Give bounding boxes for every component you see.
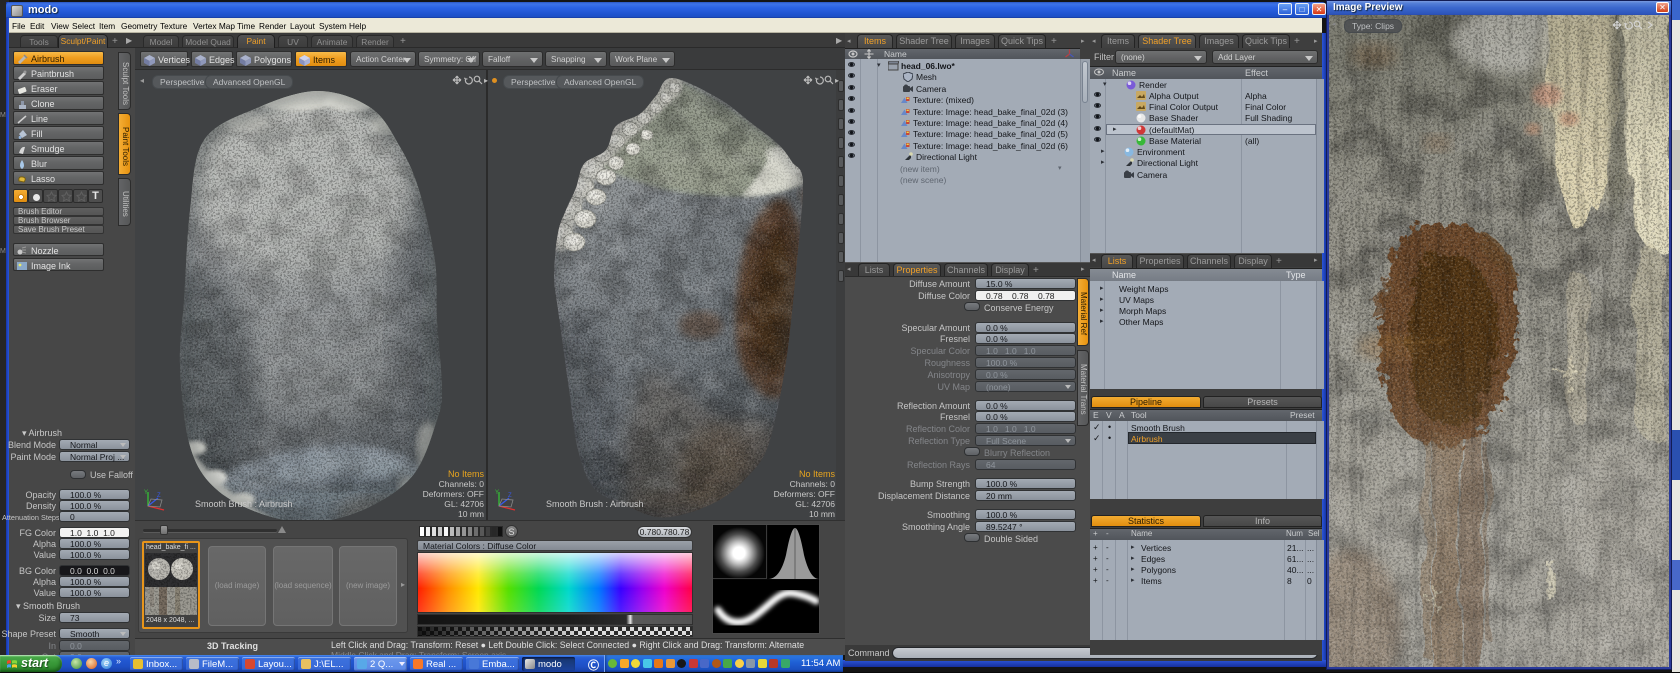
- svg-text:Y: Y: [495, 490, 499, 496]
- svg-text:Z: Z: [157, 493, 161, 499]
- svg-text:Y: Y: [144, 490, 148, 496]
- svg-text:Z: Z: [508, 493, 512, 499]
